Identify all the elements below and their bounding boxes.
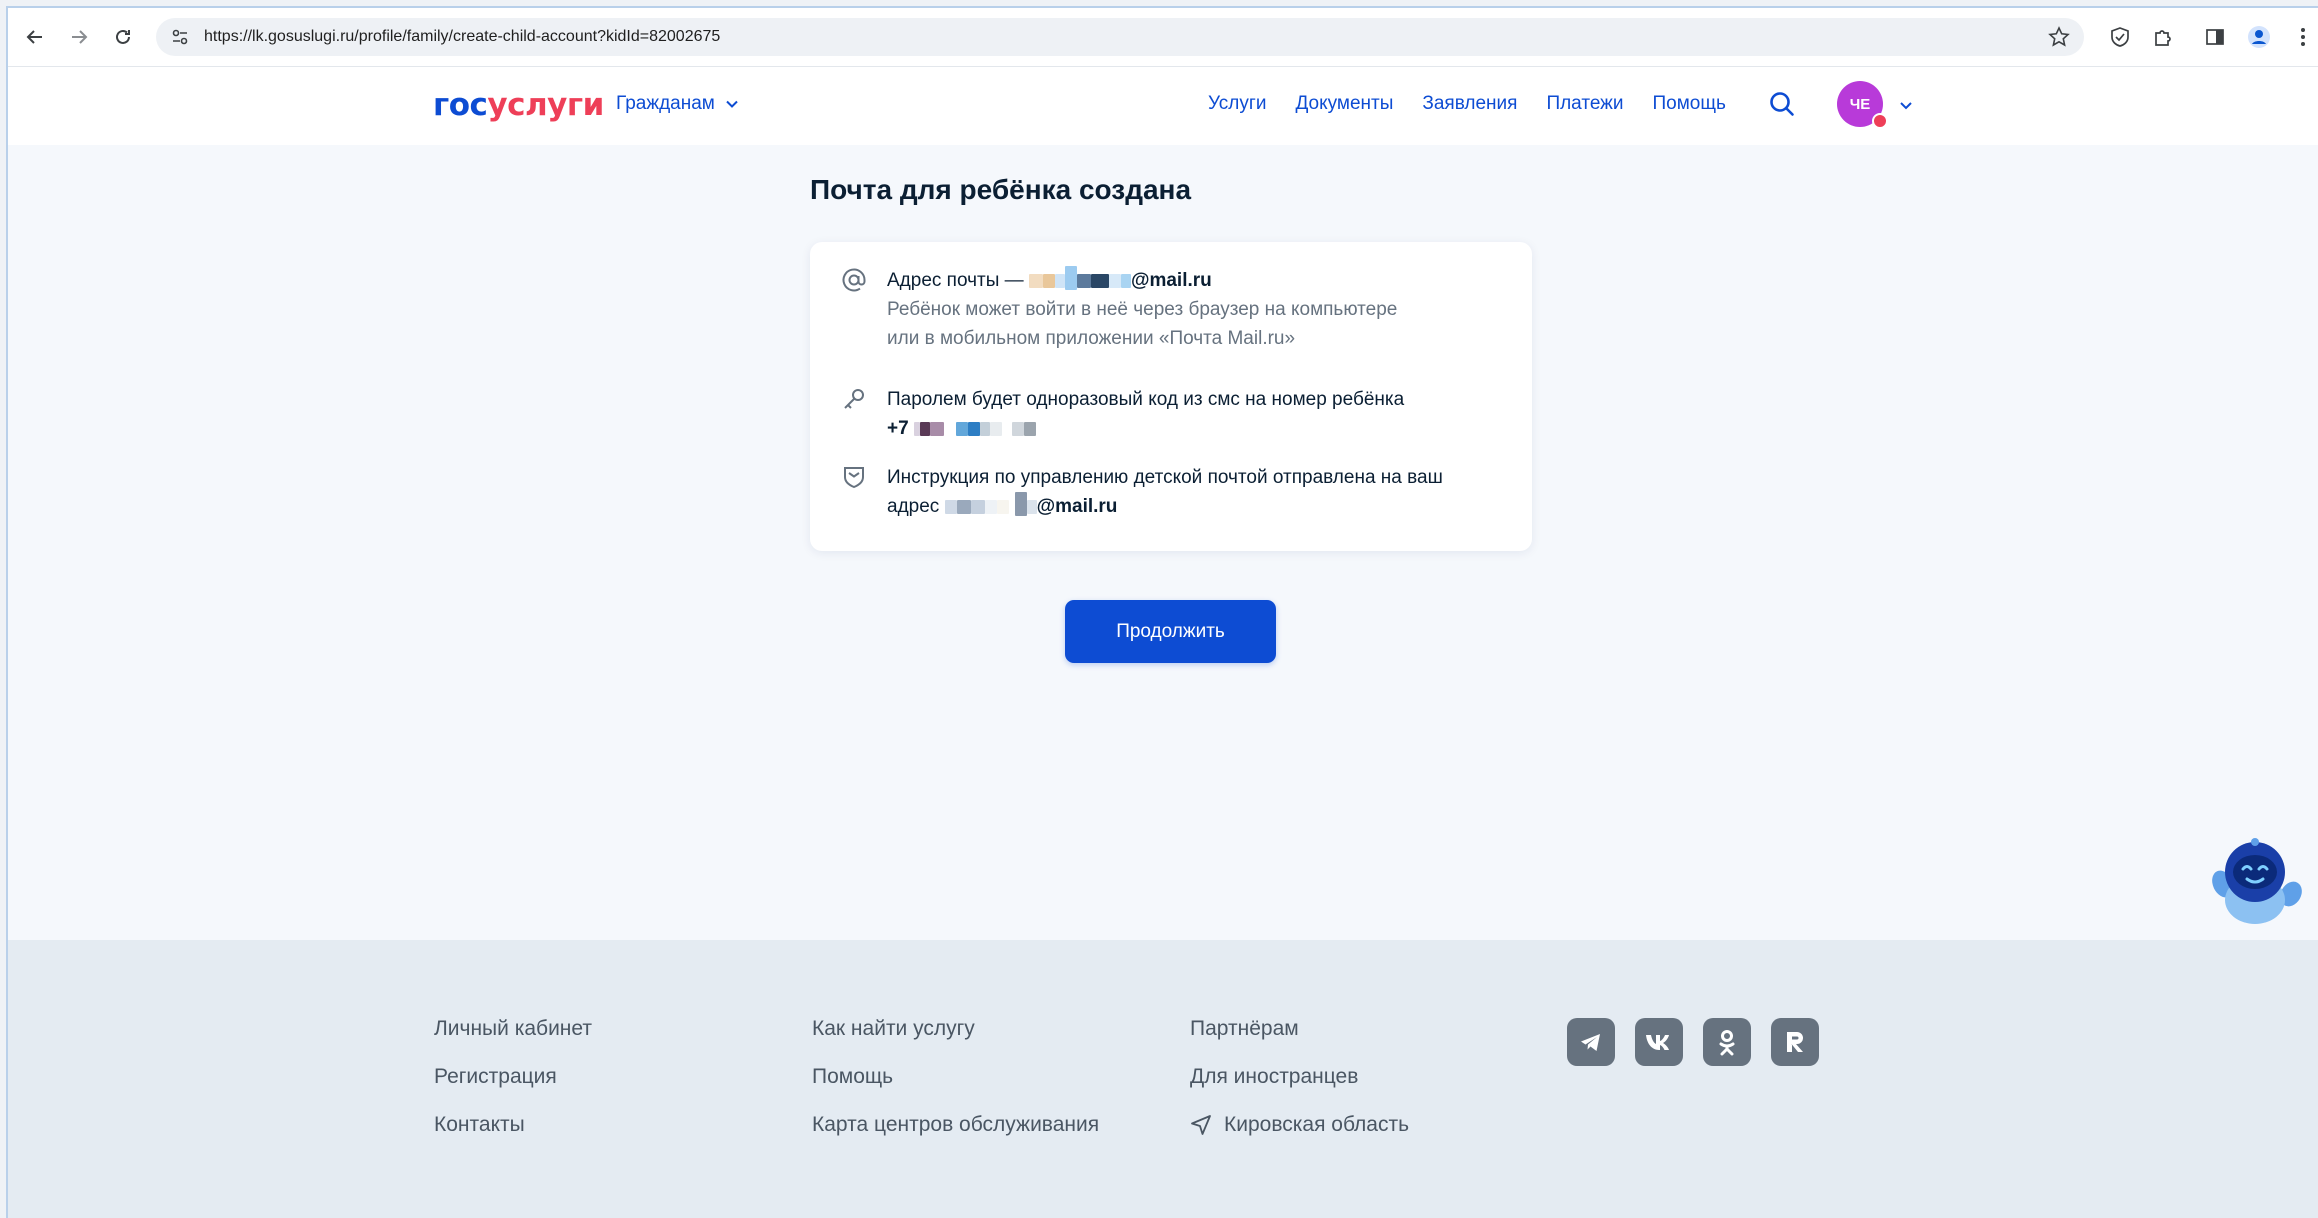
audience-label: Гражданам <box>616 93 715 114</box>
assistant-robot-icon[interactable] <box>2205 832 2305 932</box>
social-links <box>1567 1018 1819 1066</box>
redacted-parent-email <box>944 492 1037 517</box>
site-settings-icon[interactable] <box>170 27 190 47</box>
key-icon <box>844 389 864 409</box>
region-selector[interactable]: Кировская область <box>1190 1112 1409 1138</box>
email-domain: @mail.ru <box>1130 270 1212 291</box>
instruction-text: Инструкция по управлению детской почтой … <box>887 463 1492 521</box>
gosuslugi-logo[interactable]: госуслуги <box>433 87 604 123</box>
email-note-line1: Ребёнок может войти в неё через браузер … <box>887 299 1398 320</box>
email-label: Адрес почты — <box>887 270 1024 291</box>
location-arrow-icon <box>1191 1115 1211 1135</box>
redacted-phone-number <box>913 418 1036 439</box>
bookmark-star-icon[interactable] <box>2048 26 2070 48</box>
profile-chevron-down-icon[interactable] <box>1898 97 1914 113</box>
url-text[interactable]: https://lk.gosuslugi.ru/profile/family/c… <box>204 28 720 46</box>
chevron-down-icon <box>726 100 738 108</box>
continue-button[interactable]: Продолжить <box>1065 600 1276 663</box>
site-header: госуслуги Гражданам Услуги Документы Зая… <box>8 67 2318 145</box>
side-panel-icon[interactable] <box>2200 22 2230 52</box>
footer-column-3: Партнёрам Для иностранцев Кировская обла… <box>1190 1016 1409 1138</box>
phone-prefix: +7 <box>887 418 909 439</box>
back-button[interactable] <box>20 22 50 52</box>
instruction-address-label: адрес <box>887 496 940 517</box>
nav-applications[interactable]: Заявления <box>1422 93 1517 115</box>
nav-services[interactable]: Услуги <box>1208 93 1266 115</box>
search-icon[interactable] <box>1767 89 1797 119</box>
odnoklassniki-icon[interactable] <box>1703 1018 1751 1066</box>
footer-link-contacts[interactable]: Контакты <box>434 1112 592 1138</box>
shield-extension-icon[interactable] <box>2105 22 2135 52</box>
footer-column-1: Личный кабинет Регистрация Контакты <box>434 1016 592 1138</box>
forward-button[interactable] <box>64 22 94 52</box>
nav-payments[interactable]: Платежи <box>1546 93 1623 115</box>
audience-selector[interactable]: Гражданам <box>616 93 739 115</box>
address-bar[interactable]: https://lk.gosuslugi.ru/profile/family/c… <box>156 18 2084 56</box>
footer-link-partners[interactable]: Партнёрам <box>1190 1016 1409 1042</box>
password-text: Паролем будет одноразовый код из смс на … <box>887 385 1492 443</box>
email-note-line2: или в мобильном приложении «Почта Mail.r… <box>887 328 1296 349</box>
info-card: Адрес почты — @mail.ru Ребёнок может вой… <box>810 242 1532 551</box>
reload-button[interactable] <box>108 22 138 52</box>
footer-link-help[interactable]: Помощь <box>812 1064 1099 1090</box>
notification-dot <box>1872 113 1888 129</box>
footer-column-2: Как найти услугу Помощь Карта центров об… <box>812 1016 1099 1138</box>
nav-help[interactable]: Помощь <box>1653 93 1726 115</box>
page-title: Почта для ребёнка создана <box>810 174 1192 205</box>
instruction-email-domain: @mail.ru <box>1036 496 1118 517</box>
redacted-email-local-part <box>1028 266 1131 291</box>
footer-link-foreigners[interactable]: Для иностранцев <box>1190 1064 1409 1090</box>
extensions-puzzle-icon[interactable] <box>2148 22 2178 52</box>
footer-link-service-centers-map[interactable]: Карта центров обслуживания <box>812 1112 1099 1138</box>
footer <box>8 940 2318 1218</box>
password-description: Паролем будет одноразовый код из смс на … <box>887 389 1405 410</box>
telegram-icon[interactable] <box>1567 1018 1615 1066</box>
rutube-icon[interactable] <box>1771 1018 1819 1066</box>
email-text: Адрес почты — @mail.ru Ребёнок может вой… <box>887 266 1492 353</box>
at-sign-icon <box>842 268 866 292</box>
region-label: Кировская область <box>1224 1113 1410 1136</box>
mail-shield-icon <box>844 467 864 489</box>
footer-link-personal-account[interactable]: Личный кабинет <box>434 1016 592 1042</box>
vk-icon[interactable] <box>1635 1018 1683 1066</box>
footer-link-find-service[interactable]: Как найти услугу <box>812 1016 1099 1042</box>
browser-toolbar: https://lk.gosuslugi.ru/profile/family/c… <box>8 8 2318 67</box>
browser-menu-icon[interactable] <box>2288 22 2318 52</box>
profile-icon[interactable] <box>2244 22 2274 52</box>
footer-link-registration[interactable]: Регистрация <box>434 1064 592 1090</box>
main-nav: Услуги Документы Заявления Платежи Помощ… <box>1208 93 1726 115</box>
instruction-line1: Инструкция по управлению детской почтой … <box>887 467 1443 488</box>
nav-documents[interactable]: Документы <box>1295 93 1393 115</box>
